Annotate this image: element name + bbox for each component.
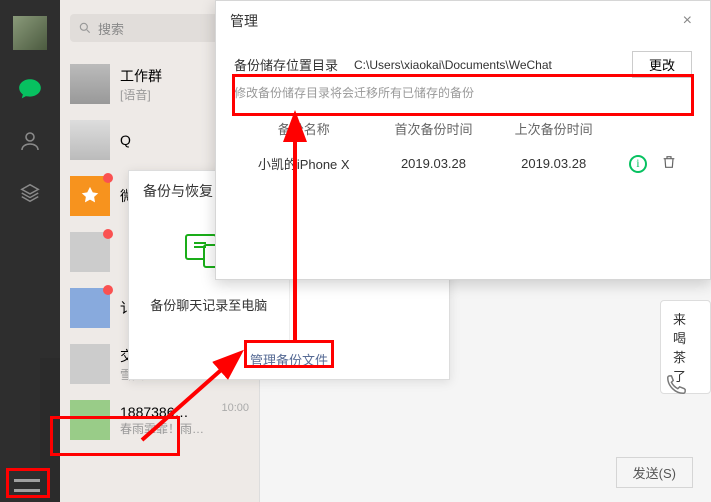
search-placeholder: 搜索	[98, 19, 124, 38]
chat-avatar	[70, 232, 110, 272]
search-icon	[78, 21, 92, 35]
favorites-icon[interactable]	[17, 180, 43, 206]
col-name: 备份名称	[234, 113, 373, 144]
manage-dialog: 管理 × 备份储存位置目录 C:\Users\xiaokai\Documents…	[215, 0, 711, 280]
chat-preview: 春雨霏霏！雨雾弥漫！…	[120, 420, 211, 437]
chat-avatar	[70, 120, 110, 160]
backup-label: 备份聊天记录至电脑	[150, 295, 267, 314]
close-icon[interactable]: ×	[679, 12, 696, 30]
chat-icon[interactable]	[17, 76, 43, 102]
chat-avatar	[70, 176, 110, 216]
chat-avatar	[70, 64, 110, 104]
path-label: 备份储存位置目录	[234, 55, 338, 74]
trash-icon[interactable]	[661, 154, 677, 173]
avatar[interactable]	[13, 16, 47, 50]
col-first: 首次备份时间	[373, 113, 493, 144]
chat-avatar	[70, 400, 110, 440]
info-icon[interactable]: i	[629, 155, 647, 173]
contacts-icon[interactable]	[17, 128, 43, 154]
cell-name: 小凯的iPhone X	[234, 144, 373, 183]
table-row[interactable]: 小凯的iPhone X 2019.03.28 2019.03.28 i	[234, 144, 692, 183]
chat-avatar	[70, 344, 110, 384]
chat-item[interactable]: 1887386… 春雨霏霏！雨雾弥漫！… 10:00	[60, 392, 259, 448]
dialog-title: 管理	[230, 11, 258, 31]
backup-table: 备份名称 首次备份时间 上次备份时间 小凯的iPhone X 2019.03.2…	[234, 113, 692, 183]
col-last: 上次备份时间	[494, 113, 614, 144]
chat-name: 1887386…	[120, 404, 211, 420]
change-path-button[interactable]: 更改	[632, 51, 692, 78]
manage-backup-link[interactable]: 管理备份文件	[250, 350, 328, 369]
chat-time: 10:00	[221, 402, 249, 414]
cell-last: 2019.03.28	[494, 144, 614, 183]
phone-icon[interactable]	[665, 374, 687, 399]
path-value: C:\Users\xiaokai\Documents\WeChat	[354, 58, 616, 72]
send-button[interactable]: 发送(S)	[616, 457, 693, 488]
cell-first: 2019.03.28	[373, 144, 493, 183]
chat-avatar	[70, 288, 110, 328]
path-hint: 修改备份储存目录将会迁移所有已储存的备份	[234, 84, 692, 101]
